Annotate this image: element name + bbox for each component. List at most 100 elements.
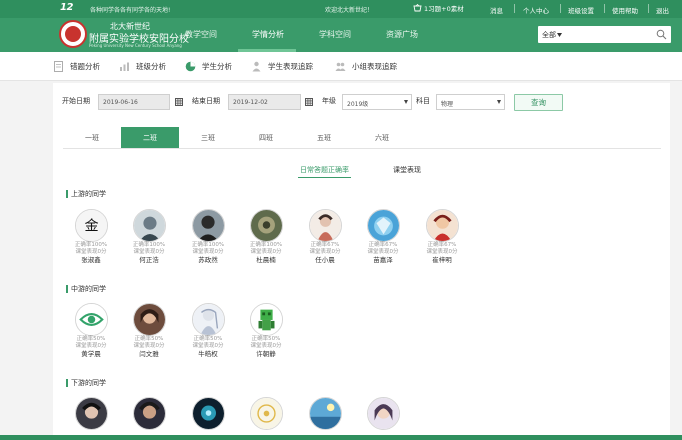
subject-label: 科目 [416, 97, 430, 105]
student-avatar [132, 303, 166, 336]
main-nav: 北大新世纪 附属实验学校安阳分校 Peking University New C… [0, 18, 682, 52]
student-card[interactable]: 正确率67% 课堂表现0分 苗嘉泽 [358, 209, 408, 265]
student-performance: 课堂表现0分 [75, 249, 107, 255]
student-performance: 课堂表现0分 [309, 249, 341, 255]
student-card[interactable]: 正确率50% 课堂表现0分 牛皓权 [183, 303, 233, 359]
student-card[interactable] [124, 397, 174, 430]
student-avatar [366, 209, 400, 242]
student-accuracy: 正确率100% [249, 242, 283, 248]
subtab-group-tracking[interactable]: 小组表现追踪 [335, 61, 397, 72]
metric-tab-accuracy[interactable]: 日常答题正确率 [298, 165, 351, 178]
start-date-label: 开始日期 [62, 97, 90, 105]
group-title-upper: 上游的同学 [66, 189, 106, 199]
student-name: 苏政然 [198, 256, 218, 264]
analysis-panel: 开始日期 2019-06-16 结束日期 2019-12-02 年级 2019级… [53, 83, 670, 440]
metric-tab-classroom[interactable]: 课堂表现 [393, 165, 421, 175]
brand-logo: 12 [60, 2, 73, 13]
student-avatar [191, 303, 225, 336]
student-performance: 课堂表现0分 [192, 249, 224, 255]
class-tab-4[interactable]: 四班 [237, 127, 295, 148]
help-link[interactable]: 使用帮助 [612, 5, 638, 15]
class-tab-1[interactable]: 一班 [63, 127, 121, 148]
footer-strip [0, 435, 682, 440]
bar-chart-icon [120, 62, 129, 71]
student-card[interactable]: 正确率50% 课堂表现0分 闫文雅 [124, 303, 174, 359]
student-name: 张淑鑫 [81, 256, 101, 264]
student-accuracy: 正确率67% [427, 242, 457, 248]
group-icon [335, 62, 346, 71]
personal-center-link[interactable]: 个人中心 [523, 5, 549, 15]
subtab-class-analysis[interactable]: 班级分析 [119, 61, 166, 72]
document-icon [54, 61, 63, 72]
student-avatar [249, 397, 283, 430]
class-tab-3[interactable]: 三班 [179, 127, 237, 148]
search-input[interactable] [568, 28, 652, 41]
student-name: 闫文雅 [139, 350, 159, 358]
grade-select[interactable]: 2019级 [342, 94, 412, 110]
brand-slogan: 各种同学各各有同学各的天地! [90, 7, 171, 14]
class-tab-2[interactable]: 二班 [121, 127, 179, 148]
query-button[interactable]: 查询 [514, 94, 563, 111]
student-card[interactable] [358, 397, 408, 430]
student-accuracy: 正确率67% [368, 242, 398, 248]
divider [560, 4, 561, 13]
logout-link[interactable]: 退出 [656, 5, 669, 15]
divider [648, 4, 649, 13]
student-card[interactable]: 正确率67% 课堂表现0分 任小晨 [300, 209, 350, 265]
student-accuracy: 正确率50% [251, 336, 281, 342]
student-card[interactable] [66, 397, 116, 430]
pie-chart-icon [185, 61, 196, 72]
student-card[interactable]: 正确率50% 课堂表现0分 黄学晨 [66, 303, 116, 359]
student-avatar [191, 209, 225, 242]
student-name: 牛皓权 [198, 350, 218, 358]
student-name: 崔梓明 [432, 256, 452, 264]
student-card[interactable]: 正确率100% 课堂表现0分 杜晨楠 [241, 209, 291, 265]
student-card[interactable] [183, 397, 233, 430]
student-performance: 课堂表现0分 [367, 249, 399, 255]
resource-basket[interactable]: 1习题+0素材 [413, 3, 464, 13]
student-performance: 课堂表现0分 [250, 249, 282, 255]
welcome-text: 欢迎北大新世纪！ [325, 7, 374, 14]
messages-link[interactable]: 消息 [490, 5, 503, 15]
student-card[interactable]: 正确率67% 课堂表现0分 崔梓明 [417, 209, 467, 265]
start-date-field[interactable]: 2019-06-16 [98, 94, 170, 110]
end-calendar-button[interactable] [302, 94, 315, 110]
subtab-student-tracking[interactable]: 学生表现追踪 [251, 61, 313, 72]
top-bar: 12 各种同学各各有同学各的天地! 欢迎北大新世纪！ 1习题+0素材 消息 个人… [0, 0, 682, 18]
student-card[interactable] [241, 397, 291, 430]
student-performance: 课堂表现0分 [250, 343, 282, 349]
student-avatar [132, 209, 166, 242]
student-card[interactable] [300, 397, 350, 430]
student-avatar [425, 209, 459, 242]
nav-learning-analysis[interactable]: 学情分析 [252, 29, 284, 40]
nav-teaching-space[interactable]: 教学空间 [185, 29, 217, 40]
grade-label: 年级 [322, 97, 336, 105]
nav-subject-space[interactable]: 学科空间 [319, 29, 351, 40]
student-card[interactable]: 正确率50% 课堂表现0分 许朝静 [241, 303, 291, 359]
search-icon[interactable] [656, 29, 667, 40]
student-avatar [132, 397, 166, 430]
search-box: 全部 [538, 26, 671, 43]
class-tab-6[interactable]: 六班 [353, 127, 411, 148]
subject-select[interactable]: 物理 [436, 94, 505, 110]
student-avatar [308, 397, 342, 430]
student-performance: 课堂表现0分 [75, 343, 107, 349]
nav-resource-square[interactable]: 资源广场 [386, 29, 418, 40]
divider [604, 4, 605, 13]
student-performance: 课堂表现0分 [192, 343, 224, 349]
student-performance: 课堂表现0分 [133, 343, 165, 349]
student-card[interactable]: 金 正确率100% 课堂表现0分 张淑鑫 [66, 209, 116, 265]
start-calendar-button[interactable] [172, 94, 185, 110]
class-settings-link[interactable]: 班级设置 [568, 5, 594, 15]
subtab-student-analysis[interactable]: 学生分析 [185, 61, 232, 72]
student-avatar [249, 303, 283, 336]
student-card[interactable]: 正确率100% 课堂表现0分 苏政然 [183, 209, 233, 265]
search-scope-select[interactable]: 全部 [542, 30, 562, 40]
student-card[interactable]: 正确率100% 课堂表现0分 何正浩 [124, 209, 174, 265]
group-title-lower: 下游的同学 [66, 378, 106, 388]
basket-count: 1习题+0素材 [424, 5, 464, 13]
student-performance: 课堂表现0分 [426, 249, 458, 255]
end-date-field[interactable]: 2019-12-02 [228, 94, 301, 110]
subtab-error-analysis[interactable]: 错题分析 [53, 61, 100, 72]
class-tab-5[interactable]: 五班 [295, 127, 353, 148]
